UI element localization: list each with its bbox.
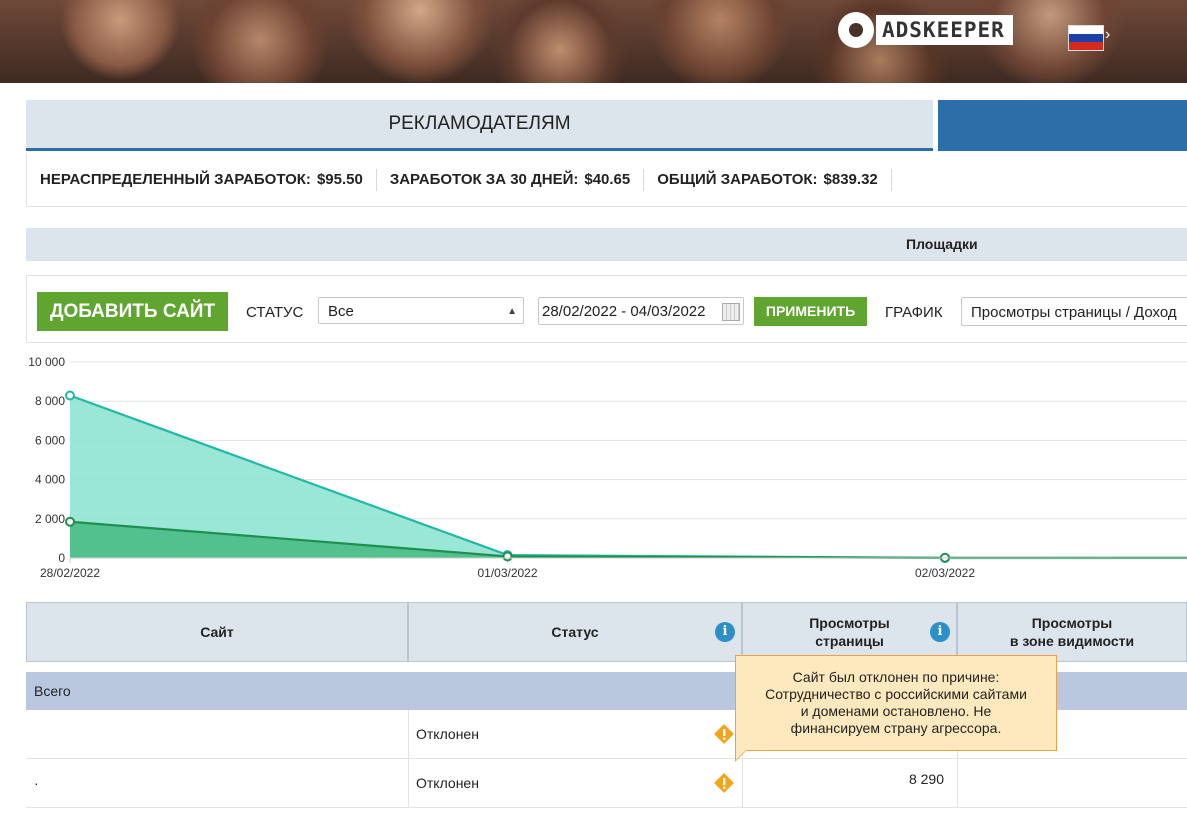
info-icon[interactable]: i (715, 622, 735, 642)
key-icon (838, 10, 882, 50)
language-arrow-icon[interactable]: › (1105, 26, 1110, 44)
earnings-summary: НЕРАСПРЕДЕЛЕННЫЙ ЗАРАБОТОК: $95.50 ЗАРАБО… (26, 153, 1187, 207)
pageviews-cell: 8 290 (742, 759, 957, 807)
column-header-visible-views[interactable]: Просмотры в зоне видимости (957, 602, 1187, 662)
add-site-button[interactable]: ДОБАВИТЬ САЙТ (37, 292, 228, 331)
status-cell: Отклонен (408, 710, 742, 758)
earnings-30-days: ЗАРАБОТОК ЗА 30 ДНЕЙ: $40.65 (377, 168, 645, 191)
x-tick-label: 01/03/2022 (477, 566, 537, 580)
status-select[interactable]: Все ▲ (318, 297, 524, 324)
filter-toolbar: ДОБАВИТЬ САЙТ СТАТУС Все ▲ 28/02/2022 - … (26, 275, 1187, 343)
apply-button[interactable]: ПРИМЕНИТЬ (754, 297, 867, 326)
graph-label: ГРАФИК (885, 304, 943, 321)
tab-publishers[interactable] (938, 100, 1187, 151)
y-tick-label: 4 000 (35, 473, 65, 487)
calendar-icon[interactable] (722, 303, 740, 321)
section-title: Площадки (906, 236, 978, 252)
y-tick-label: 2 000 (35, 512, 65, 526)
table-row[interactable]: · Отклонен 8 290 (26, 759, 1187, 808)
info-icon[interactable]: i (930, 622, 950, 642)
y-tick-label: 6 000 (35, 433, 65, 447)
select-arrows-icon: ▲ (507, 306, 517, 317)
data-point (65, 516, 75, 527)
y-tick-label: 10 000 (28, 355, 65, 369)
chart-svg: 0 2 000 4 000 6 000 8 000 10 000 28/02/2022 01/… (28, 355, 1187, 580)
column-header-site[interactable]: Сайт (26, 602, 408, 662)
warning-icon[interactable] (713, 772, 735, 794)
column-header-status[interactable]: Статус i (408, 602, 742, 662)
logo-text: ADSKEEPER (876, 15, 1013, 45)
main-tabs: РЕКЛАМОДАТЕЛЯМ (26, 100, 1187, 151)
status-label: СТАТУС (246, 304, 304, 321)
header-banner: ADSKEEPER › (0, 0, 1187, 83)
tab-advertisers[interactable]: РЕКЛАМОДАТЕЛЯМ (26, 100, 933, 151)
unallocated-earnings: НЕРАСПРЕДЕЛЕННЫЙ ЗАРАБОТОК: $95.50 (27, 168, 377, 191)
russia-flag-icon[interactable] (1068, 25, 1104, 51)
data-point (502, 551, 513, 562)
y-tick-label: 0 (58, 551, 65, 565)
section-header: Площадки (26, 228, 1187, 261)
graph-select[interactable]: Просмотры страницы / Доход (961, 297, 1187, 326)
visible-views-cell (957, 759, 1187, 807)
total-earnings: ОБЩИЙ ЗАРАБОТОК: $839.32 (644, 168, 892, 191)
column-header-pageviews[interactable]: Просмотры страницы i (742, 602, 957, 662)
x-tick-label: 28/02/2022 (40, 566, 100, 580)
data-point (65, 390, 75, 401)
site-cell[interactable] (26, 710, 408, 758)
warning-icon[interactable] (713, 723, 735, 745)
pageviews-chart: 0 2 000 4 000 6 000 8 000 10 000 28/02/2022 01/… (0, 348, 1187, 588)
x-tick-label: 02/03/2022 (915, 566, 975, 580)
rejection-tooltip: Сайт был отклонен по причине: Сотрудниче… (735, 655, 1057, 762)
status-cell: Отклонен (408, 759, 742, 807)
adskeeper-logo[interactable]: ADSKEEPER (838, 10, 1013, 50)
site-cell[interactable]: · (26, 759, 408, 807)
date-range-input[interactable]: 28/02/2022 - 04/03/2022 (538, 297, 744, 325)
series-area (70, 395, 1187, 558)
y-tick-label: 8 000 (35, 394, 65, 408)
